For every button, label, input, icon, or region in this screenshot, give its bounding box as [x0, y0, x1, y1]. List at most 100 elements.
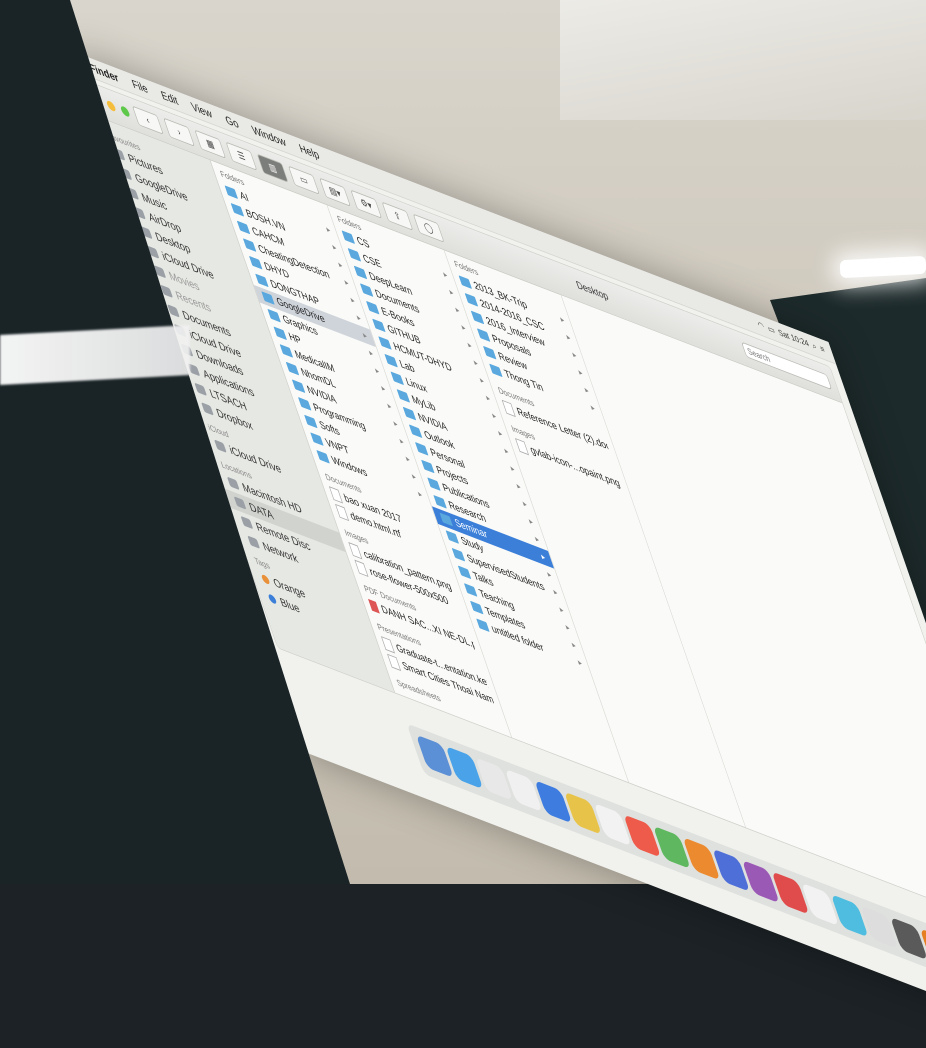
folder-icon [458, 275, 473, 290]
folder-icon [378, 336, 392, 350]
arrange-button[interactable]: ▤▾ [319, 177, 351, 207]
chevron-right-icon: ▸ [545, 568, 553, 580]
folder-icon [316, 449, 330, 464]
menu-file[interactable]: File [130, 77, 150, 97]
chevron-right-icon: ▸ [367, 346, 375, 359]
chevron-right-icon: ▸ [410, 470, 418, 482]
folder-icon [439, 512, 453, 527]
chevron-right-icon: ▸ [478, 374, 486, 386]
minimize-icon[interactable] [105, 99, 117, 113]
list-view-button[interactable]: ☰ [225, 141, 258, 171]
menu-go[interactable]: Go [223, 113, 240, 132]
folder-icon [470, 310, 485, 325]
chevron-right-icon: ▸ [459, 321, 467, 333]
clock[interactable]: Sat 10:24 [777, 327, 810, 348]
folder-icon [421, 459, 435, 474]
column-view-button[interactable]: ▥ [256, 153, 289, 183]
chevron-right-icon: ▸ [589, 401, 597, 413]
chevron-right-icon: ▸ [576, 656, 584, 668]
chevron-right-icon: ▸ [533, 532, 541, 545]
folder-icon [359, 283, 374, 297]
chevron-right-icon: ▸ [416, 487, 424, 500]
share-button[interactable]: ⇪ [381, 201, 414, 231]
back-button[interactable]: ‹ [131, 105, 164, 135]
chevron-right-icon: ▸ [508, 462, 516, 474]
folder-icon [433, 494, 447, 509]
chevron-right-icon: ▸ [336, 258, 344, 270]
chevron-right-icon: ▸ [349, 293, 356, 306]
folder-icon [236, 220, 251, 235]
document-icon [514, 438, 530, 456]
folder-icon [390, 371, 405, 386]
chevron-right-icon: ▸ [576, 366, 584, 378]
chevron-right-icon: ▸ [490, 409, 498, 421]
folder-icon [310, 432, 324, 446]
folder-icon [427, 477, 441, 491]
tag-color-icon [267, 592, 278, 605]
chevron-right-icon: ▸ [361, 329, 369, 341]
folder-icon [464, 292, 479, 307]
icloud-drive-icon [214, 439, 227, 453]
chevron-right-icon: ▸ [404, 452, 412, 464]
folder-icon [285, 361, 300, 376]
notification-icon[interactable]: ≡ [819, 343, 827, 354]
chevron-right-icon: ▸ [558, 313, 566, 325]
folder-icon [341, 230, 356, 245]
forward-button[interactable]: › [163, 117, 195, 147]
ltsach-icon [194, 382, 208, 396]
remote-disc-icon [240, 515, 254, 530]
folder-icon [451, 547, 466, 562]
folder-icon [489, 363, 503, 378]
tag-button[interactable]: ◯ [412, 213, 445, 243]
folder-icon [261, 291, 275, 305]
chevron-right-icon: ▸ [453, 303, 461, 315]
folder-icon [297, 397, 312, 411]
chevron-right-icon: ▸ [484, 391, 492, 404]
chevron-right-icon: ▸ [583, 383, 590, 396]
folder-icon [304, 414, 318, 429]
chevron-right-icon: ▸ [521, 497, 529, 509]
chevron-right-icon: ▸ [391, 417, 399, 429]
folder-icon [384, 353, 398, 368]
chevron-right-icon: ▸ [342, 276, 350, 288]
data-icon [233, 496, 247, 510]
chevron-right-icon: ▸ [330, 241, 338, 253]
icon-view-button[interactable]: ▦ [194, 129, 227, 159]
dropbox-icon [201, 402, 214, 416]
chevron-right-icon: ▸ [514, 480, 522, 492]
chevron-right-icon: ▸ [373, 364, 381, 376]
folder-icon [476, 328, 491, 342]
menu-help[interactable]: Help [297, 141, 321, 162]
folder-icon [457, 565, 472, 580]
folder-icon [445, 530, 460, 544]
folder-icon [273, 326, 288, 341]
network-icon [247, 535, 261, 549]
folder-icon [483, 345, 497, 360]
zoom-icon[interactable] [119, 105, 131, 118]
folder-icon [279, 344, 294, 358]
folder-icon [476, 618, 490, 633]
action-gear-button[interactable]: ⚙▾ [350, 189, 383, 219]
wifi-icon[interactable]: ◠ [756, 319, 766, 332]
chevron-right-icon: ▸ [496, 427, 504, 439]
chevron-right-icon: ▸ [539, 550, 547, 562]
folder-icon [402, 406, 417, 421]
chevron-right-icon: ▸ [551, 585, 559, 598]
folder-icon [396, 389, 411, 403]
folder-icon [366, 300, 380, 315]
folder-icon [291, 379, 306, 394]
spotlight-icon[interactable]: ⌕ [811, 340, 819, 352]
macintosh-hd-icon [226, 476, 240, 491]
battery-icon[interactable]: ▭ [766, 323, 776, 336]
chevron-right-icon: ▸ [324, 223, 332, 235]
gallery-view-button[interactable]: ▭ [287, 165, 320, 195]
menu-view[interactable]: View [189, 100, 214, 121]
folder-icon [224, 185, 239, 200]
chevron-right-icon: ▸ [527, 515, 535, 527]
tag-color-icon [260, 573, 271, 585]
chevron-right-icon: ▸ [441, 268, 449, 280]
dock-app-icon[interactable] [889, 916, 926, 961]
chevron-right-icon: ▸ [379, 382, 387, 394]
chevron-right-icon: ▸ [385, 399, 393, 411]
menu-edit[interactable]: Edit [159, 88, 180, 108]
